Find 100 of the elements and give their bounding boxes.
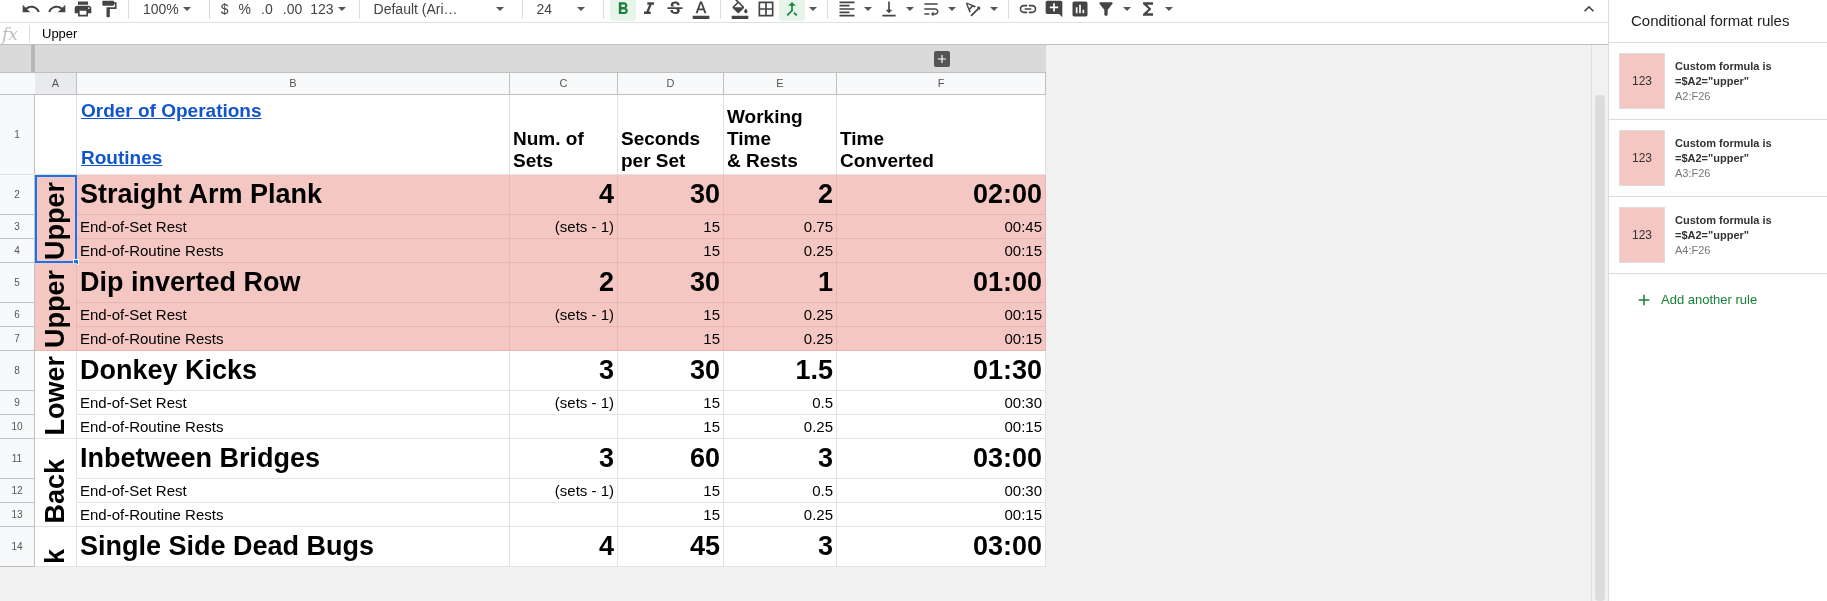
table-cell: End-of-Routine Rests [77, 415, 510, 439]
table-cell: 15 [618, 327, 724, 351]
caret-icon [495, 7, 504, 11]
table-cell: 02:00 [837, 175, 1046, 215]
table-cell: 15 [618, 479, 724, 503]
row-number[interactable]: 12 [0, 479, 35, 503]
rule-item[interactable]: 123 Custom formula is =$A2="upper" A2:F26 [1609, 43, 1827, 120]
row-number[interactable]: 4 [0, 239, 35, 263]
row-number[interactable]: 11 [0, 439, 35, 479]
group-label-cell[interactable]: k [35, 527, 77, 567]
group-label: Back [42, 459, 69, 524]
row-number[interactable]: 8 [0, 351, 35, 391]
table-cell: 03:00 [837, 439, 1046, 479]
group-label-cell[interactable]: Upper [35, 175, 77, 263]
table-cell: End-of-Routine Rests [77, 503, 510, 527]
table-cell: 03:00 [837, 527, 1046, 567]
table-cell: 3 [510, 439, 618, 479]
table-cell: (sets - 1) [510, 479, 618, 503]
add-icon[interactable] [934, 50, 950, 67]
column-header[interactable]: E [724, 73, 837, 94]
zoom-dropdown[interactable]: 100% [135, 0, 203, 20]
table-cell: 00:15 [837, 239, 1046, 263]
row-number[interactable]: 9 [0, 391, 35, 415]
group-label-cell[interactable]: Back [35, 439, 77, 527]
rule-condition: Custom formula is [1675, 58, 1772, 74]
table-cell: 3 [724, 527, 837, 567]
rule-range: A3:F26 [1675, 165, 1712, 181]
column-header[interactable]: A [35, 73, 77, 94]
table-cell: 0.25 [724, 303, 837, 327]
percent-format[interactable]: % [233, 0, 257, 20]
decrease-decimal[interactable]: .0 [256, 0, 278, 20]
table-cell: 0.5 [724, 391, 837, 415]
table-cell: 1.5 [724, 351, 837, 391]
caret-icon [1122, 7, 1131, 11]
format-preview: 123 [1619, 53, 1665, 109]
caret-icon [576, 7, 585, 11]
table-cell: 4 [510, 175, 618, 215]
row-number[interactable]: 2 [0, 175, 35, 215]
row-number[interactable]: 7 [0, 327, 35, 351]
table-cell: 30 [618, 263, 724, 303]
group-label: Upper [42, 270, 69, 348]
column-header[interactable]: B [77, 73, 510, 94]
rule-condition: Custom formula is [1675, 212, 1772, 228]
table-cell: End-of-Set Rest [77, 479, 510, 503]
group-label: k [42, 548, 69, 564]
table-cell: 0.75 [724, 215, 837, 239]
table-cell: 2 [510, 263, 618, 303]
row-number[interactable]: 5 [0, 263, 35, 303]
currency-format[interactable]: $ [215, 0, 234, 20]
table-cell: 0.25 [724, 239, 837, 263]
caret-icon [947, 7, 956, 11]
group-label: Upper [42, 182, 69, 260]
rule-formula: =$A2="upper" [1675, 227, 1750, 243]
table-cell: Donkey Kicks [77, 351, 510, 391]
row-number[interactable]: 10 [0, 415, 35, 439]
caret-icon [337, 7, 346, 11]
table-cell: 3 [510, 351, 618, 391]
number-format-dropdown[interactable]: 123 [307, 0, 353, 20]
rule-range: A4:F26 [1675, 242, 1712, 258]
panel-title: Conditional format rules [1631, 10, 1790, 31]
table-cell: 60 [618, 439, 724, 479]
group-label-cell[interactable]: Lower [35, 351, 77, 439]
merge-cells-icon[interactable] [778, 0, 805, 21]
rule-item[interactable]: 123 Custom formula is =$A2="upper" A4:F26 [1609, 197, 1827, 274]
font-size-dropdown[interactable]: 24 [528, 0, 597, 20]
row-number[interactable]: 3 [0, 215, 35, 239]
caret-icon [1164, 7, 1173, 11]
row-number[interactable]: 14 [0, 527, 35, 567]
column-header[interactable]: D [618, 73, 724, 94]
add-rule-button[interactable]: Add another rule [1635, 290, 1758, 310]
column-header[interactable]: C [510, 73, 618, 94]
header-link[interactable]: Routines [81, 143, 163, 172]
table-cell: 15 [618, 503, 724, 527]
header-link[interactable]: Order of Operations [81, 97, 262, 126]
caret-icon [182, 7, 191, 11]
caret-icon [863, 7, 872, 11]
caret-icon [808, 7, 817, 11]
increase-decimal[interactable]: .00 [277, 0, 308, 20]
row-number[interactable]: 1 [0, 95, 35, 174]
table-cell: 0.25 [724, 327, 837, 351]
table-cell: 30 [618, 175, 724, 215]
formula-input[interactable]: Upper [30, 23, 1608, 44]
group-label-cell[interactable]: Upper [35, 263, 77, 351]
bold-icon[interactable] [609, 0, 636, 21]
rule-item[interactable]: 123 Custom formula is =$A2="upper" A3:F26 [1609, 120, 1827, 197]
table-cell: 00:15 [837, 327, 1046, 351]
table-cell: 01:00 [837, 263, 1046, 303]
scrollbar[interactable] [1591, 45, 1608, 601]
table-cell: 00:30 [837, 479, 1046, 503]
table-cell: (sets - 1) [510, 215, 618, 239]
column-heading: Working Time & Rests [724, 95, 837, 174]
table-cell: End-of-Routine Rests [77, 327, 510, 351]
row-number[interactable]: 6 [0, 303, 35, 327]
font-dropdown[interactable]: Default (Ari… [365, 0, 516, 20]
table-cell: 0.5 [724, 479, 837, 503]
table-cell: 0.25 [724, 415, 837, 439]
column-header[interactable]: F [837, 73, 1046, 94]
table-cell: 2 [724, 175, 837, 215]
table-cell: Single Side Dead Bugs [77, 527, 510, 567]
row-number[interactable]: 13 [0, 503, 35, 527]
